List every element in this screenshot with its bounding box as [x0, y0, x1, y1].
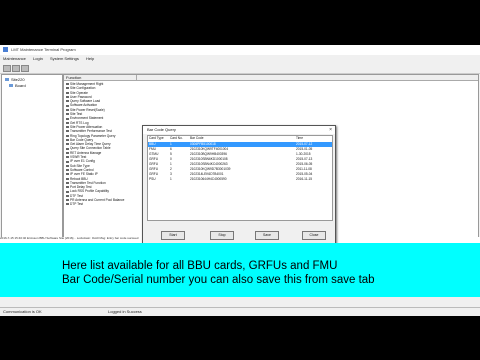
- column-bar-code[interactable]: Bar Code: [190, 136, 203, 141]
- function-item-icon: [66, 177, 69, 180]
- function-item-icon: [66, 134, 69, 137]
- function-item-icon: [66, 203, 69, 206]
- table-cell: PSU: [149, 177, 156, 181]
- function-item-icon: [66, 164, 69, 167]
- board-icon: [9, 84, 13, 87]
- function-item-icon: [66, 160, 69, 163]
- function-item-icon: [66, 83, 69, 86]
- start-button[interactable]: Start: [161, 231, 185, 240]
- menu-maintenance[interactable]: Maintenance: [3, 56, 26, 61]
- menu-system-settings[interactable]: System Settings: [50, 56, 79, 61]
- column-time[interactable]: Time: [296, 136, 303, 141]
- column-card-no[interactable]: Card No.: [170, 136, 183, 141]
- table-row[interactable]: PSU 1 2102310644H4C4000590 2016-11-15: [148, 177, 332, 182]
- disconnect-icon[interactable]: [12, 65, 20, 72]
- refresh-icon[interactable]: [21, 65, 29, 72]
- function-item-icon: [66, 91, 69, 94]
- status-login: Logged in Success: [108, 309, 142, 314]
- dialog-title: Bar Code Query: [143, 126, 335, 134]
- caption-line-2: Bar Code/Serial number you can also save…: [62, 274, 375, 286]
- function-item-icon: [66, 126, 69, 129]
- caption-line-1: Here list available for all BBU cards, G…: [62, 260, 338, 272]
- stop-button[interactable]: Stop: [210, 231, 234, 240]
- function-item-icon: [66, 194, 69, 197]
- function-item-icon: [66, 117, 69, 120]
- function-item-icon: [66, 147, 69, 150]
- menu-login[interactable]: Login: [33, 56, 43, 61]
- status-bar: Communication is OK Logged in Success: [0, 307, 480, 316]
- function-item-icon: [66, 151, 69, 154]
- site-icon: [5, 78, 9, 81]
- close-icon[interactable]: ×: [329, 127, 332, 133]
- save-button[interactable]: Save: [255, 231, 279, 240]
- function-item-icon: [66, 108, 69, 111]
- site-tree: Site220 Board: [1, 74, 63, 259]
- tree-node-board[interactable]: Board: [9, 83, 26, 88]
- close-button[interactable]: Close: [302, 231, 326, 240]
- function-item-label: DTP Test: [70, 202, 83, 207]
- function-item-icon: [66, 199, 69, 202]
- function-column-header: Function: [64, 75, 136, 81]
- function-item-icon: [66, 87, 69, 90]
- menu-bar: Maintenance Login System Settings Help: [0, 55, 480, 63]
- function-item-icon: [66, 169, 69, 172]
- function-item-icon: [66, 181, 69, 184]
- window-title: LMT Maintenance Terminal Program: [11, 47, 76, 52]
- bar-code-query-dialog: Bar Code Query × Card Type Card No. Bar …: [142, 125, 336, 247]
- menu-help[interactable]: Help: [86, 56, 94, 61]
- function-item-icon: [66, 130, 69, 133]
- table-cell: 1: [170, 177, 172, 181]
- table-cell: 2016-11-15: [296, 177, 313, 181]
- function-item-icon: [66, 143, 69, 146]
- function-item-icon: [66, 173, 69, 176]
- column-card-type[interactable]: Card Type: [149, 136, 164, 141]
- function-item-icon: [66, 96, 69, 99]
- toolbar: [0, 63, 480, 74]
- table-cell: 2102310644H4C4000590: [190, 177, 227, 181]
- function-item-icon: [66, 156, 69, 159]
- bar-code-table: Card Type Card No. Bar Code Time BBU 1 030…: [147, 135, 333, 221]
- function-item-icon: [66, 139, 69, 142]
- connect-icon[interactable]: [3, 65, 11, 72]
- function-item-icon: [66, 104, 69, 107]
- caption-overlay: Here list available for all BBU cards, G…: [0, 243, 480, 297]
- app-icon: [3, 47, 8, 53]
- function-column-header-blank: [136, 75, 478, 81]
- function-item[interactable]: DTP Test: [64, 202, 134, 206]
- status-connection: Communication is OK: [3, 309, 42, 314]
- function-item-icon: [66, 186, 69, 189]
- function-list: Site Management Right Site Configuration S…: [64, 82, 134, 207]
- tree-node-site[interactable]: Site220: [5, 77, 25, 82]
- title-bar: LMT Maintenance Terminal Program: [0, 45, 480, 55]
- function-item-icon: [66, 113, 69, 116]
- function-item-icon: [66, 190, 69, 193]
- function-item-icon: [66, 100, 69, 103]
- function-item-icon: [66, 121, 69, 124]
